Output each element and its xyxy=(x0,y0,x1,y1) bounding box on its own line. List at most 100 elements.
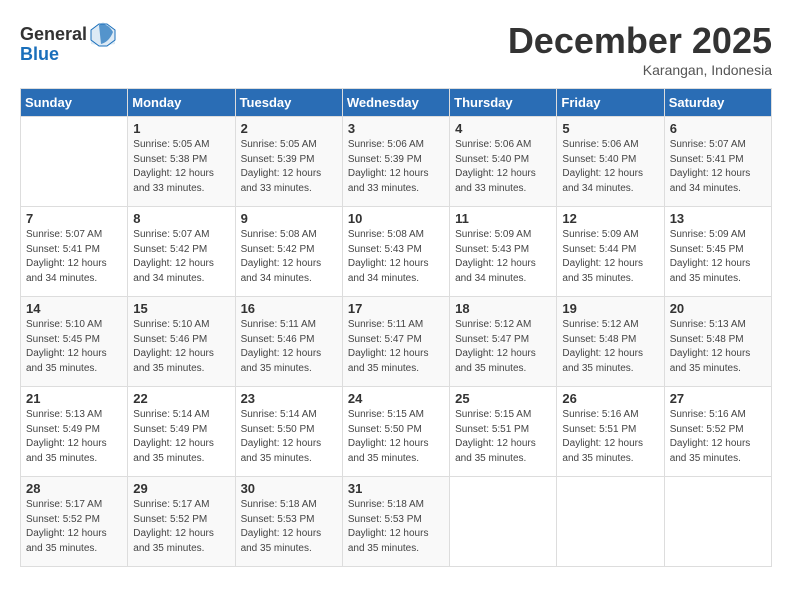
day-number: 21 xyxy=(26,391,122,406)
day-number: 22 xyxy=(133,391,229,406)
weekday-header-cell: Friday xyxy=(557,89,664,117)
calendar-cell: 16 Sunrise: 5:11 AM Sunset: 5:46 PM Dayli… xyxy=(235,297,342,387)
calendar-week-row: 7 Sunrise: 5:07 AM Sunset: 5:41 PM Daylig… xyxy=(21,207,772,297)
calendar-week-row: 21 Sunrise: 5:13 AM Sunset: 5:49 PM Dayli… xyxy=(21,387,772,477)
day-number: 14 xyxy=(26,301,122,316)
calendar-cell: 31 Sunrise: 5:18 AM Sunset: 5:53 PM Dayli… xyxy=(342,477,449,567)
day-info: Sunrise: 5:09 AM Sunset: 5:43 PM Dayligh… xyxy=(455,228,551,286)
day-info: Sunrise: 5:06 AM Sunset: 5:40 PM Dayligh… xyxy=(562,138,658,196)
day-info: Sunrise: 5:14 AM Sunset: 5:49 PM Dayligh… xyxy=(133,408,229,466)
weekday-header-cell: Sunday xyxy=(21,89,128,117)
calendar-cell: 14Sunrise: 5:10 AM Sunset: 5:45 PM Dayli… xyxy=(21,297,128,387)
calendar-cell: 23 Sunrise: 5:14 AM Sunset: 5:50 PM Dayli… xyxy=(235,387,342,477)
day-info: Sunrise: 5:17 AM Sunset: 5:52 PM Dayligh… xyxy=(26,498,122,556)
day-number: 26 xyxy=(562,391,658,406)
day-info: Sunrise: 5:07 AM Sunset: 5:41 PM Dayligh… xyxy=(670,138,766,196)
calendar-cell: 11 Sunrise: 5:09 AM Sunset: 5:43 PM Dayli… xyxy=(450,207,557,297)
calendar-cell: 20Sunrise: 5:13 AM Sunset: 5:48 PM Dayli… xyxy=(664,297,771,387)
month-title: December 2025 xyxy=(508,20,772,62)
calendar-cell xyxy=(557,477,664,567)
day-number: 7 xyxy=(26,211,122,226)
day-number: 13 xyxy=(670,211,766,226)
day-info: Sunrise: 5:18 AM Sunset: 5:53 PM Dayligh… xyxy=(241,498,337,556)
day-info: Sunrise: 5:08 AM Sunset: 5:42 PM Dayligh… xyxy=(241,228,337,286)
day-number: 4 xyxy=(455,121,551,136)
calendar-week-row: 1Sunrise: 5:05 AM Sunset: 5:38 PM Daylig… xyxy=(21,117,772,207)
day-info: Sunrise: 5:15 AM Sunset: 5:51 PM Dayligh… xyxy=(455,408,551,466)
calendar-cell: 9 Sunrise: 5:08 AM Sunset: 5:42 PM Daylig… xyxy=(235,207,342,297)
calendar-cell: 24 Sunrise: 5:15 AM Sunset: 5:50 PM Dayli… xyxy=(342,387,449,477)
day-info: Sunrise: 5:09 AM Sunset: 5:44 PM Dayligh… xyxy=(562,228,658,286)
calendar-cell: 1Sunrise: 5:05 AM Sunset: 5:38 PM Daylig… xyxy=(128,117,235,207)
calendar-cell: 5 Sunrise: 5:06 AM Sunset: 5:40 PM Daylig… xyxy=(557,117,664,207)
day-number: 20 xyxy=(670,301,766,316)
day-info: Sunrise: 5:14 AM Sunset: 5:50 PM Dayligh… xyxy=(241,408,337,466)
day-number: 1 xyxy=(133,121,229,136)
logo-icon xyxy=(89,20,117,48)
day-number: 25 xyxy=(455,391,551,406)
title-block: December 2025 Karangan, Indonesia xyxy=(508,20,772,78)
day-info: Sunrise: 5:07 AM Sunset: 5:42 PM Dayligh… xyxy=(133,228,229,286)
day-number: 18 xyxy=(455,301,551,316)
calendar-cell: 26 Sunrise: 5:16 AM Sunset: 5:51 PM Dayli… xyxy=(557,387,664,477)
calendar-cell: 21 Sunrise: 5:13 AM Sunset: 5:49 PM Dayli… xyxy=(21,387,128,477)
calendar-cell: 28 Sunrise: 5:17 AM Sunset: 5:52 PM Dayli… xyxy=(21,477,128,567)
day-number: 24 xyxy=(348,391,444,406)
day-number: 27 xyxy=(670,391,766,406)
day-number: 16 xyxy=(241,301,337,316)
calendar-cell: 2 Sunrise: 5:05 AM Sunset: 5:39 PM Daylig… xyxy=(235,117,342,207)
logo: General Blue xyxy=(20,20,117,65)
weekday-header-cell: Wednesday xyxy=(342,89,449,117)
calendar-cell: 19Sunrise: 5:12 AM Sunset: 5:48 PM Dayli… xyxy=(557,297,664,387)
day-info: Sunrise: 5:12 AM Sunset: 5:48 PM Dayligh… xyxy=(562,318,658,376)
day-number: 10 xyxy=(348,211,444,226)
calendar-table: SundayMondayTuesdayWednesdayThursdayFrid… xyxy=(20,88,772,567)
calendar-cell: 13 Sunrise: 5:09 AM Sunset: 5:45 PM Dayli… xyxy=(664,207,771,297)
day-number: 23 xyxy=(241,391,337,406)
calendar-cell: 6 Sunrise: 5:07 AM Sunset: 5:41 PM Daylig… xyxy=(664,117,771,207)
day-number: 17 xyxy=(348,301,444,316)
calendar-cell xyxy=(664,477,771,567)
day-info: Sunrise: 5:16 AM Sunset: 5:51 PM Dayligh… xyxy=(562,408,658,466)
calendar-cell: 15Sunrise: 5:10 AM Sunset: 5:46 PM Dayli… xyxy=(128,297,235,387)
calendar-cell: 8 Sunrise: 5:07 AM Sunset: 5:42 PM Daylig… xyxy=(128,207,235,297)
day-info: Sunrise: 5:06 AM Sunset: 5:39 PM Dayligh… xyxy=(348,138,444,196)
day-info: Sunrise: 5:17 AM Sunset: 5:52 PM Dayligh… xyxy=(133,498,229,556)
day-info: Sunrise: 5:09 AM Sunset: 5:45 PM Dayligh… xyxy=(670,228,766,286)
day-number: 5 xyxy=(562,121,658,136)
day-info: Sunrise: 5:18 AM Sunset: 5:53 PM Dayligh… xyxy=(348,498,444,556)
weekday-header-cell: Monday xyxy=(128,89,235,117)
calendar-cell: 29 Sunrise: 5:17 AM Sunset: 5:52 PM Dayli… xyxy=(128,477,235,567)
day-number: 30 xyxy=(241,481,337,496)
weekday-header-cell: Saturday xyxy=(664,89,771,117)
weekday-header-cell: Tuesday xyxy=(235,89,342,117)
day-info: Sunrise: 5:13 AM Sunset: 5:49 PM Dayligh… xyxy=(26,408,122,466)
day-number: 9 xyxy=(241,211,337,226)
page-header: General Blue December 2025 Karangan, Ind… xyxy=(20,20,772,78)
day-number: 6 xyxy=(670,121,766,136)
day-number: 29 xyxy=(133,481,229,496)
day-info: Sunrise: 5:11 AM Sunset: 5:46 PM Dayligh… xyxy=(241,318,337,376)
day-number: 2 xyxy=(241,121,337,136)
calendar-cell: 27Sunrise: 5:16 AM Sunset: 5:52 PM Dayli… xyxy=(664,387,771,477)
calendar-cell: 22 Sunrise: 5:14 AM Sunset: 5:49 PM Dayli… xyxy=(128,387,235,477)
logo-general-text: General xyxy=(20,24,87,45)
day-info: Sunrise: 5:11 AM Sunset: 5:47 PM Dayligh… xyxy=(348,318,444,376)
day-number: 15 xyxy=(133,301,229,316)
day-number: 11 xyxy=(455,211,551,226)
day-number: 12 xyxy=(562,211,658,226)
calendar-cell: 3Sunrise: 5:06 AM Sunset: 5:39 PM Daylig… xyxy=(342,117,449,207)
day-info: Sunrise: 5:05 AM Sunset: 5:39 PM Dayligh… xyxy=(241,138,337,196)
calendar-cell xyxy=(21,117,128,207)
day-number: 8 xyxy=(133,211,229,226)
calendar-cell: 10Sunrise: 5:08 AM Sunset: 5:43 PM Dayli… xyxy=(342,207,449,297)
day-number: 28 xyxy=(26,481,122,496)
weekday-header-row: SundayMondayTuesdayWednesdayThursdayFrid… xyxy=(21,89,772,117)
calendar-week-row: 14Sunrise: 5:10 AM Sunset: 5:45 PM Dayli… xyxy=(21,297,772,387)
calendar-cell: 4Sunrise: 5:06 AM Sunset: 5:40 PM Daylig… xyxy=(450,117,557,207)
calendar-cell: 18Sunrise: 5:12 AM Sunset: 5:47 PM Dayli… xyxy=(450,297,557,387)
day-number: 31 xyxy=(348,481,444,496)
calendar-cell: 25 Sunrise: 5:15 AM Sunset: 5:51 PM Dayli… xyxy=(450,387,557,477)
day-info: Sunrise: 5:07 AM Sunset: 5:41 PM Dayligh… xyxy=(26,228,122,286)
day-info: Sunrise: 5:15 AM Sunset: 5:50 PM Dayligh… xyxy=(348,408,444,466)
